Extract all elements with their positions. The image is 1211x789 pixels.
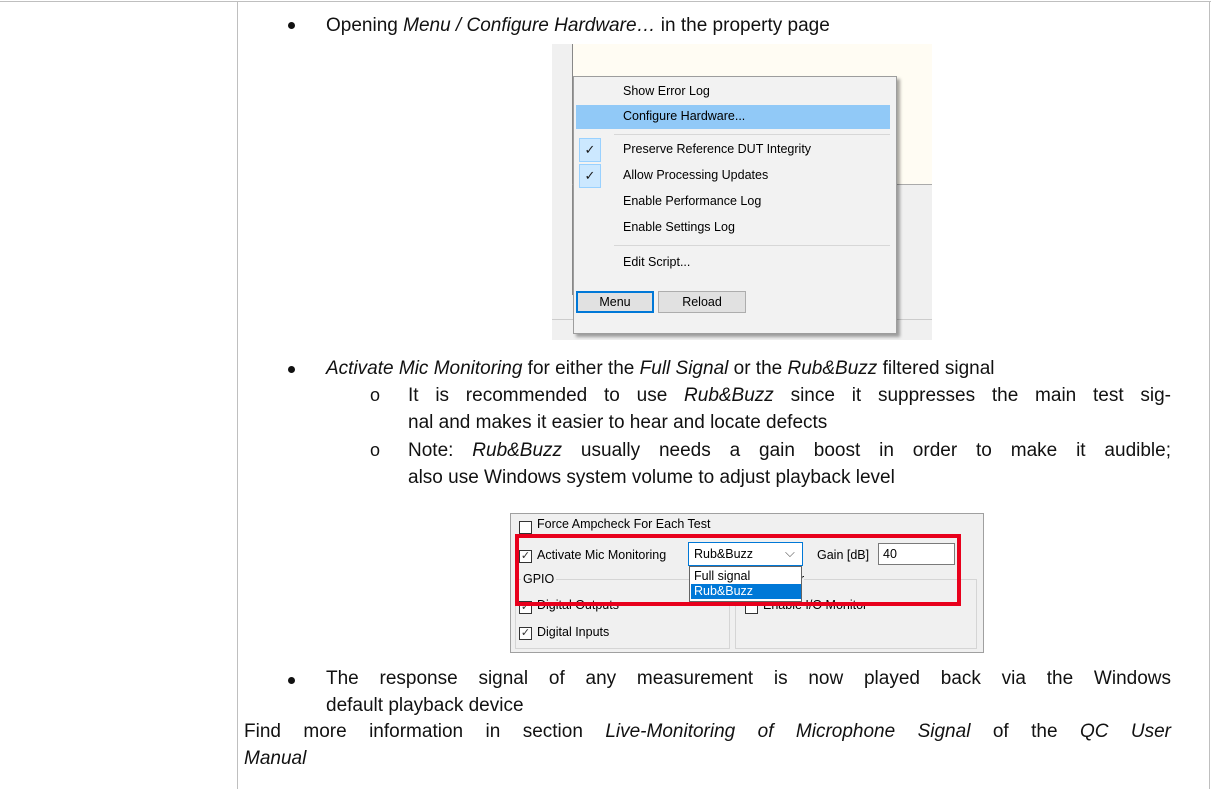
table-top-border xyxy=(0,1,1211,2)
reload-button[interactable]: Reload xyxy=(658,291,746,313)
menu-item-preserve-reference[interactable]: ✓ Preserve Reference DUT Integrity xyxy=(576,138,890,162)
force-ampcheck-label: Force Ampcheck For Each Test xyxy=(537,517,711,531)
menu-item-show-error-log[interactable]: Show Error Log xyxy=(576,80,890,104)
context-menu-screenshot: Show Error Log Configure Hardware... ✓ P… xyxy=(552,44,932,340)
menu-button[interactable]: Menu xyxy=(576,291,654,313)
menu-separator xyxy=(614,245,890,246)
sub-bullet-recommended-line2: nal and makes it easier to hear and loca… xyxy=(408,412,828,433)
bullet-marker xyxy=(288,677,295,684)
sub-bullet-recommended: It is recommended to use Rub&Buzz since … xyxy=(408,385,1171,406)
menu-item-configure-hardware[interactable]: Configure Hardware... xyxy=(576,105,890,129)
menu-item-enable-performance-log[interactable]: Enable Performance Log xyxy=(576,190,890,214)
bullet-response-signal: The response signal of any measurement i… xyxy=(326,668,1171,689)
menu-item-allow-processing-updates[interactable]: ✓ Allow Processing Updates xyxy=(576,164,890,188)
bullet-marker xyxy=(288,22,295,29)
bullet-opening-menu: Opening Menu / Configure Hardware… in th… xyxy=(326,15,830,36)
checkmark-icon: ✓ xyxy=(579,138,601,162)
sub-bullet-note-line2: also use Windows system volume to adjust… xyxy=(408,467,895,488)
table-left-divider xyxy=(237,1,238,789)
digital-inputs-label: Digital Inputs xyxy=(537,625,610,639)
sub-bullet-marker: o xyxy=(370,385,381,405)
checkmark-icon: ✓ xyxy=(579,164,601,188)
footer-more-info: Find more information in section Live-Mo… xyxy=(244,721,1171,742)
menu-separator xyxy=(614,134,890,135)
sub-bullet-note: Note: Rub&Buzz usually needs a gain boos… xyxy=(408,440,1171,461)
table-right-border xyxy=(1209,1,1210,789)
force-ampcheck-checkbox[interactable] xyxy=(519,521,532,534)
highlight-box xyxy=(515,534,961,606)
bullet-activate-mic-monitoring: Activate Mic Monitoring for either the F… xyxy=(326,358,995,379)
menu-item-edit-script[interactable]: Edit Script... xyxy=(576,251,890,275)
bullet-marker xyxy=(288,366,295,373)
bullet-response-signal-line2: default playback device xyxy=(326,695,524,716)
menu-item-enable-settings-log[interactable]: Enable Settings Log xyxy=(576,216,890,240)
settings-panel-screenshot: Force Ampcheck For Each Test ✓ Activate … xyxy=(510,513,984,653)
footer-more-info-line2: Manual xyxy=(244,748,307,769)
sub-bullet-marker: o xyxy=(370,440,381,460)
digital-inputs-checkbox[interactable]: ✓ xyxy=(519,627,532,640)
